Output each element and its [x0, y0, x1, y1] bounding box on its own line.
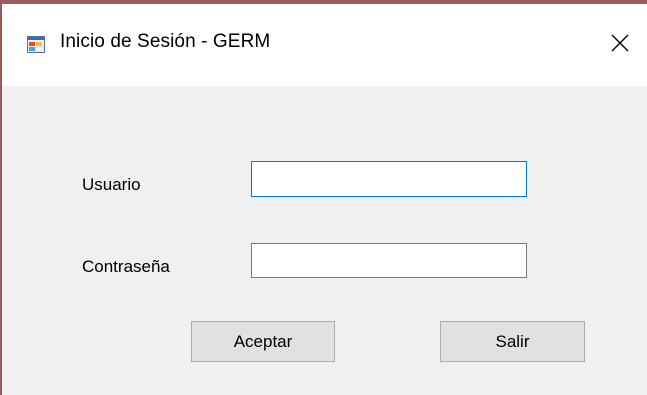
window-title: Inicio de Sesión - GERM — [60, 31, 271, 52]
password-label: Contraseña — [82, 257, 170, 276]
close-icon — [611, 34, 629, 52]
windows-form-icon — [27, 36, 45, 53]
accept-button[interactable]: Aceptar — [191, 321, 335, 362]
exit-button[interactable]: Salir — [440, 321, 585, 362]
title-bar[interactable]: Inicio de Sesión - GERM — [2, 4, 647, 86]
login-window: Inicio de Sesión - GERM Usuario Contrase… — [1, 4, 647, 395]
user-label: Usuario — [82, 175, 141, 194]
password-input[interactable] — [251, 243, 527, 278]
user-input[interactable] — [251, 161, 527, 197]
form-body: Usuario Contraseña Aceptar Salir — [2, 86, 647, 395]
close-button[interactable] — [603, 18, 647, 68]
